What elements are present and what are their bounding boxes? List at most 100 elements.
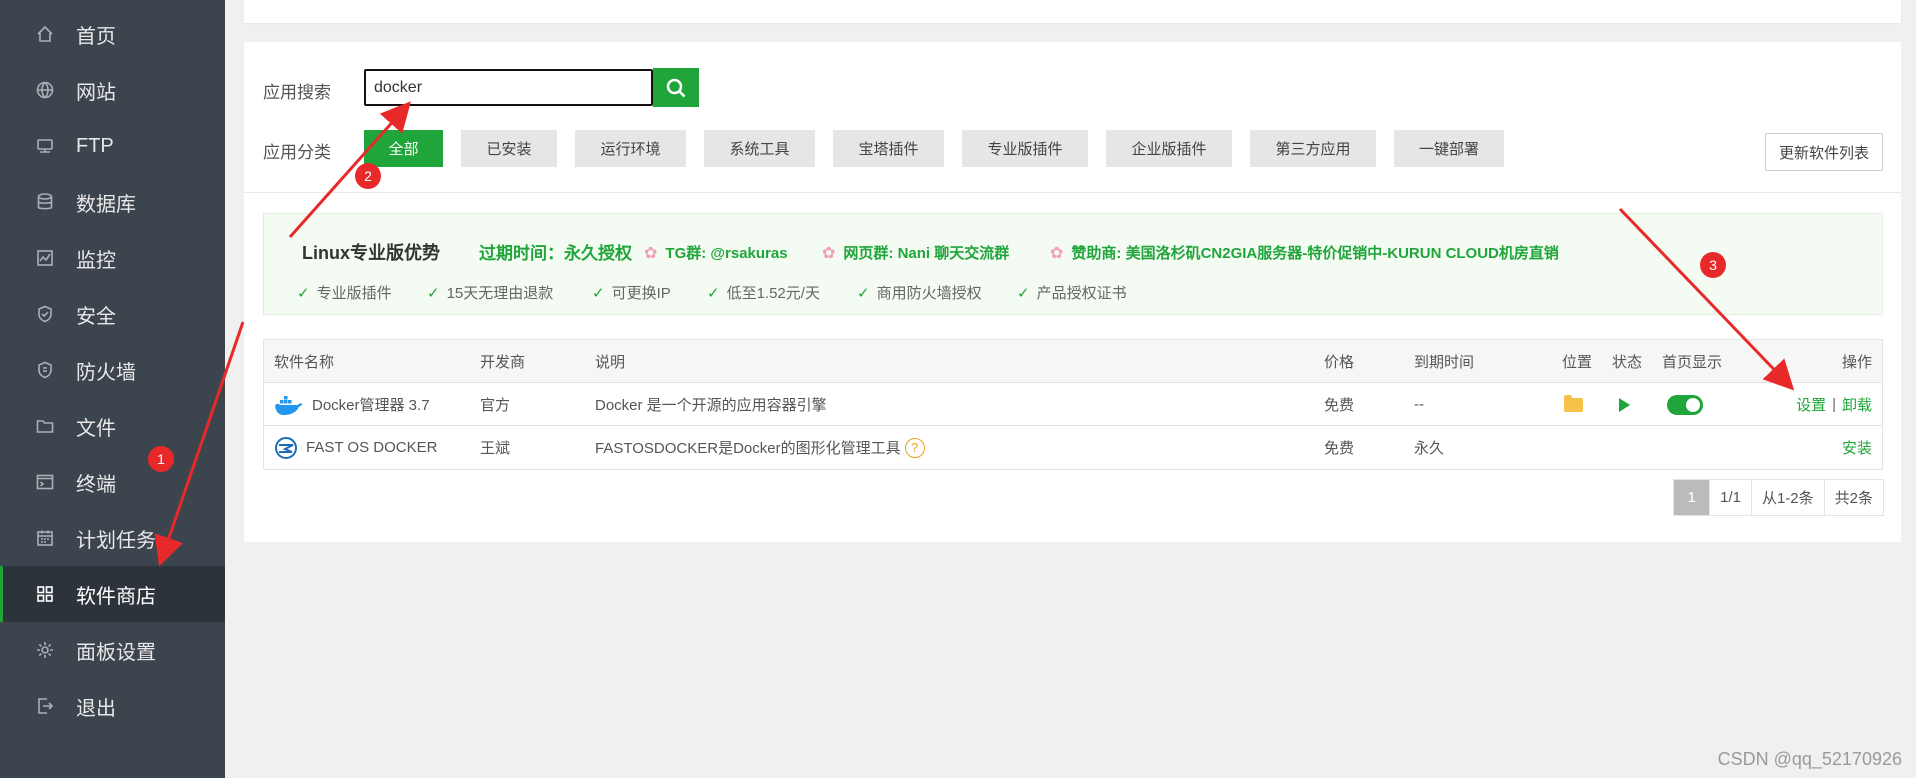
banner-link-group[interactable]: ✿ 网页群: Nani 聊天交流群 [822, 242, 1009, 263]
sidebar-item-firewall[interactable]: 防火墙 [0, 342, 225, 398]
category-third-party[interactable]: 第三方应用 [1250, 130, 1376, 167]
page-current[interactable]: 1 [1674, 480, 1711, 515]
sidebar-item-app-store[interactable]: 软件商店 [0, 566, 225, 622]
sidebar-item-label: 首页 [76, 25, 116, 48]
firewall-icon [34, 359, 56, 381]
sidebar-item-security[interactable]: 安全 [0, 286, 225, 342]
banner-title: Linux专业版优势 [302, 243, 440, 263]
sidebar-item-label: 安全 [76, 305, 116, 328]
category-installed[interactable]: 已安装 [461, 130, 557, 167]
banner-link-text: TG群: @rsakuras [665, 245, 788, 262]
annotation-badge-2: 2 [355, 163, 381, 189]
col-name: 软件名称 [274, 354, 335, 371]
check-icon: ✓ [1017, 284, 1030, 302]
sidebar-item-label: 退出 [76, 697, 116, 720]
sidebar-item-monitor[interactable]: 监控 [0, 230, 225, 286]
feature-label: 专业版插件 [316, 285, 392, 302]
software-name: Docker管理器 3.7 [312, 397, 430, 414]
ops-cell: 设置 | 卸载 [1796, 383, 1872, 426]
sidebar-item-label: 文件 [76, 417, 116, 440]
page-total: 共2条 [1834, 490, 1873, 507]
play-icon[interactable] [1619, 397, 1630, 412]
sidebar-item-terminal[interactable]: 终端 [0, 454, 225, 510]
homepage-toggle[interactable] [1667, 394, 1703, 415]
desc-text: FASTOSDOCKER是Docker的图形化管理工具 [595, 440, 901, 457]
check-icon: ✓ [857, 284, 870, 302]
sidebar-item-label: 软件商店 [76, 585, 156, 608]
check-icon: ✓ [297, 284, 310, 302]
category-label: 应用分类 [263, 143, 331, 162]
category-bt-plugins[interactable]: 宝塔插件 [833, 130, 944, 167]
feature-label: 低至1.52元/天 [726, 285, 820, 302]
category-all[interactable]: 全部 [364, 130, 443, 167]
software-name-cell: FAST OS DOCKER [274, 426, 437, 469]
annotation-badge-3: 3 [1700, 252, 1726, 278]
search-label: 应用搜索 [263, 83, 331, 102]
docker-whale-icon [275, 395, 303, 415]
category-enterprise-plugins[interactable]: 企业版插件 [1106, 130, 1232, 167]
sidebar-item-label: 面板设置 [76, 641, 156, 664]
sidebar-item-logout[interactable]: 退出 [0, 678, 225, 734]
settings-link[interactable]: 设置 [1796, 394, 1826, 415]
globe-icon [34, 79, 56, 101]
search-button[interactable] [653, 68, 699, 107]
sidebar-item-files[interactable]: 文件 [0, 398, 225, 454]
feature-item: ✓ 可更换IP [592, 282, 671, 303]
install-link[interactable]: 安装 [1842, 437, 1872, 458]
status-cell [1619, 383, 1630, 426]
uninstall-link[interactable]: 卸载 [1842, 394, 1872, 415]
banner-link-tg[interactable]: ✿ TG群: @rsakuras [644, 242, 788, 263]
col-desc: 说明 [595, 354, 626, 371]
watermark: CSDN @qq_52170926 [1717, 749, 1902, 769]
feature-item: ✓ 商用防火墙授权 [857, 282, 982, 303]
feature-item: ✓ 低至1.52元/天 [707, 282, 820, 303]
grid-icon [34, 583, 56, 605]
calendar-icon [34, 527, 56, 549]
pro-banner: Linux专业版优势 过期时间：永久授权 ✿ TG群: @rsakuras ✿ 网页… [263, 213, 1883, 315]
search-icon [666, 78, 686, 97]
col-expire: 到期时间 [1414, 354, 1475, 371]
op-separator: | [1832, 396, 1836, 413]
gear-icon [34, 639, 56, 661]
sidebar-item-database[interactable]: 数据库 [0, 174, 225, 230]
search-input[interactable] [364, 69, 653, 106]
col-price: 价格 [1324, 354, 1355, 371]
feature-item: ✓ 15天无理由退款 [427, 282, 553, 303]
help-icon[interactable]: ? [904, 437, 925, 458]
col-location: 位置 [1562, 354, 1593, 371]
sidebar-item-label: 网站 [76, 81, 116, 104]
breadcrumb-card [244, 0, 1901, 23]
sidebar-item-cron[interactable]: 计划任务 [0, 510, 225, 566]
feature-label: 15天无理由退款 [446, 285, 554, 302]
ftp-icon [34, 135, 56, 157]
home-icon [34, 23, 56, 45]
software-name: FAST OS DOCKER [306, 439, 438, 456]
page-count: 1/1 [1710, 480, 1752, 515]
desc-cell: FASTOSDOCKER是Docker的图形化管理工具? [595, 426, 925, 469]
col-status: 状态 [1612, 354, 1643, 371]
sidebar-item-ftp[interactable]: FTP [0, 118, 225, 174]
sidebar-item-panel-settings[interactable]: 面板设置 [0, 622, 225, 678]
banner-link-text: 网页群: Nani 聊天交流群 [843, 245, 1010, 262]
folder-icon[interactable] [1564, 394, 1583, 412]
category-pro-plugins[interactable]: 专业版插件 [962, 130, 1088, 167]
sidebar-item-website[interactable]: 网站 [0, 62, 225, 118]
desc-cell: Docker 是一个开源的应用容器引擎 [595, 397, 827, 414]
banner-link-sponsor[interactable]: ✿ 赞助商: 美国洛杉矶CN2GIA服务器-特价促销中-KURUN CLOUD机房… [1050, 242, 1559, 263]
annotation-badge-1: 1 [148, 446, 174, 472]
price-cell: 免费 [1324, 397, 1355, 414]
divider [244, 192, 1901, 193]
update-software-list-button[interactable]: 更新软件列表 [1765, 133, 1883, 171]
folder-icon [34, 415, 56, 437]
sidebar-item-label: FTP [76, 134, 114, 157]
col-developer: 开发商 [480, 354, 526, 371]
category-one-click-deploy[interactable]: 一键部署 [1394, 130, 1504, 167]
col-homepage: 首页显示 [1662, 354, 1723, 371]
category-runtime[interactable]: 运行环境 [575, 130, 686, 167]
sidebar-item-home[interactable]: 首页 [0, 6, 225, 62]
check-icon: ✓ [707, 284, 720, 302]
developer-cell: 官方 [480, 397, 511, 414]
category-system-tools[interactable]: 系统工具 [704, 130, 815, 167]
banner-expire: 过期时间：永久授权 [479, 244, 632, 263]
software-table: 软件名称 开发商 说明 价格 到期时间 位置 状态 首页显示 操作 Docker… [263, 339, 1883, 470]
